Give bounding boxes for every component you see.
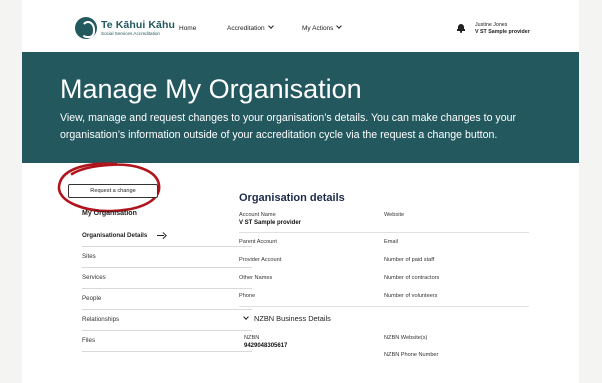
page-description: View, manage and request changes to your… <box>60 112 517 141</box>
sidebar-item-services[interactable]: Services <box>82 268 252 289</box>
logo-title[interactable]: Te Kāhui Kāhu <box>101 19 175 31</box>
nzbn-website-label: NZBN Website(s) <box>384 335 428 341</box>
chevron-down-icon <box>336 23 343 29</box>
page-title: Manage My Organisation <box>60 74 362 104</box>
bell-icon[interactable] <box>457 24 465 33</box>
nzbn-phone-label: NZBN Phone Number <box>384 352 439 358</box>
top-header: Te Kāhui Kāhu Social Services Accreditat… <box>22 0 579 52</box>
website-label: Website <box>384 212 405 218</box>
sidebar-item-label: Files <box>82 337 96 344</box>
nzbn-value: 9429048305617 <box>244 343 288 349</box>
sidebar-item-organisational-details[interactable]: Organisational Details <box>82 226 252 247</box>
nav-my-actions[interactable]: My Actions <box>302 23 343 32</box>
logo-icon[interactable] <box>75 17 97 39</box>
user-organisation[interactable]: V ST Sample provider <box>475 29 530 35</box>
user-name[interactable]: Justine Jones <box>475 22 507 28</box>
nav-accreditation[interactable]: Accreditation <box>227 23 274 32</box>
divider <box>239 306 529 307</box>
chevron-down-icon <box>267 23 274 29</box>
phone-label: Phone <box>239 293 256 299</box>
sidebar-item-label: People <box>82 295 102 302</box>
nzbn-label: NZBN <box>244 335 260 341</box>
sidebar-item-files[interactable]: Files <box>82 331 252 352</box>
sidebar-item-label: Relationships <box>82 316 120 323</box>
sidebar-item-label: Sites <box>82 253 96 260</box>
page: Te Kāhui Kāhu Social Services Accreditat… <box>22 0 579 383</box>
nav-home[interactable]: Home <box>179 25 196 32</box>
arrow-right-icon <box>157 232 165 238</box>
section-heading: Organisation details <box>239 192 345 204</box>
logo-subtitle: Social Services Accreditation <box>101 31 160 36</box>
request-change-button[interactable]: Request a change <box>68 184 158 198</box>
provider-account-label: Provider Account <box>239 257 282 263</box>
other-names-label: Other Names <box>239 275 273 281</box>
nzbn-section-heading[interactable]: NZBN Business Details <box>254 314 331 323</box>
sidebar-item-relationships[interactable]: Relationships <box>82 310 252 331</box>
nav-my-actions-label: My Actions <box>302 25 334 32</box>
divider <box>239 232 529 233</box>
paid-staff-label: Number of paid staff <box>384 257 435 263</box>
volunteers-label: Number of volunteers <box>384 293 438 299</box>
sidebar-item-label: Organisational Details <box>82 232 148 239</box>
account-name-value: V ST Sample provider <box>239 220 302 226</box>
sidebar-heading: My Organisation <box>82 210 137 217</box>
contractors-label: Number of contractors <box>384 275 440 281</box>
nav-accreditation-label: Accreditation <box>227 25 265 32</box>
hero-banner: Manage My Organisation View, manage and … <box>22 52 579 163</box>
sidebar-item-sites[interactable]: Sites <box>82 247 252 268</box>
account-name-label: Account Name <box>239 212 276 218</box>
sidebar-item-people[interactable]: People <box>82 289 252 310</box>
parent-account-label: Parent Account <box>239 239 277 245</box>
nav-home-label: Home <box>179 25 197 32</box>
email-label: Email <box>384 239 398 245</box>
sidebar-item-label: Services <box>82 274 106 281</box>
